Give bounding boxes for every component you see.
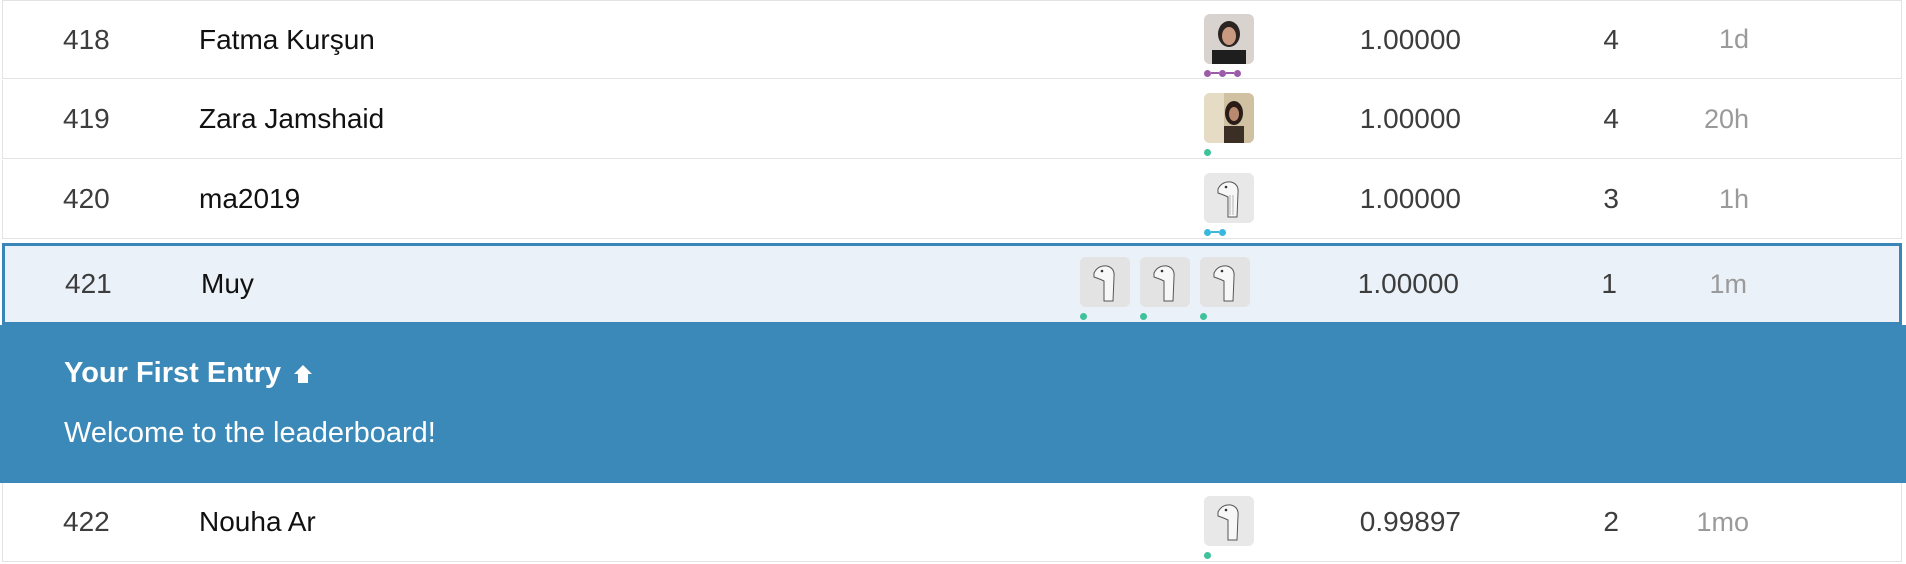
team-name[interactable]: Muy xyxy=(201,246,254,322)
leaderboard-row[interactable]: 420 ma2019 1.00000 3 1h xyxy=(2,160,1902,239)
last-submission: 1mo xyxy=(1696,506,1749,537)
team-name[interactable]: ma2019 xyxy=(199,160,300,238)
leaderboard-row[interactable]: 422 Nouha Ar 0.99897 2 1mo xyxy=(2,483,1902,562)
score: 1.00000 xyxy=(1357,268,1459,299)
rank: 419 xyxy=(63,103,110,134)
last-submission: 1d xyxy=(1718,24,1749,54)
team-name[interactable]: Zara Jamshaid xyxy=(199,80,384,158)
user-avatar[interactable] xyxy=(1204,14,1254,64)
leaderboard-row-current-user[interactable]: 421 Muy 1.00000 1 1m xyxy=(2,243,1902,325)
entries-count: 4 xyxy=(1603,23,1619,55)
rank: 418 xyxy=(63,23,110,55)
score: 1.00000 xyxy=(1359,23,1461,55)
tier-dots xyxy=(1204,551,1211,559)
leaderboard-row[interactable]: 419 Zara Jamshaid 1.00000 4 20h xyxy=(2,80,1902,159)
score: 1.00000 xyxy=(1359,103,1461,134)
banner-title: Your First Entry xyxy=(64,357,315,390)
team-name[interactable]: Nouha Ar xyxy=(199,483,316,561)
goose-avatar-icon[interactable] xyxy=(1204,496,1254,546)
entries-count: 2 xyxy=(1603,506,1619,537)
tier-dots xyxy=(1204,228,1226,236)
score: 1.00000 xyxy=(1359,183,1461,214)
goose-avatar-icon[interactable] xyxy=(1080,257,1130,307)
last-submission: 20h xyxy=(1703,103,1749,134)
first-entry-banner: Your First Entry Welcome to the leaderbo… xyxy=(0,325,1906,483)
banner-message: Welcome to the leaderboard! xyxy=(64,417,436,449)
leaderboard-row[interactable]: 418 Fatma Kurşun 1.00000 4 1d xyxy=(2,0,1902,79)
goose-avatar-icon[interactable] xyxy=(1204,173,1254,223)
rank: 420 xyxy=(63,183,110,214)
entries-count: 3 xyxy=(1603,183,1619,214)
banner-title-text: Your First Entry xyxy=(64,357,281,389)
tier-dots xyxy=(1080,312,1087,320)
entries-count: 1 xyxy=(1601,268,1617,299)
user-avatar[interactable] xyxy=(1204,93,1254,143)
tier-dots xyxy=(1204,148,1211,156)
tier-dots xyxy=(1140,312,1147,320)
arrow-up-icon xyxy=(294,364,312,383)
last-submission: 1h xyxy=(1718,183,1749,214)
last-submission: 1m xyxy=(1709,268,1747,299)
goose-avatar-icon[interactable] xyxy=(1140,257,1190,307)
leaderboard: 418 Fatma Kurşun 1.00000 4 1d 419 Zara J… xyxy=(0,0,1906,564)
entries-count: 4 xyxy=(1603,103,1619,134)
goose-avatar-icon[interactable] xyxy=(1200,257,1250,307)
rank: 421 xyxy=(65,268,112,299)
score: 0.99897 xyxy=(1359,506,1461,537)
tier-dots xyxy=(1204,69,1241,77)
rank: 422 xyxy=(63,506,110,537)
team-name[interactable]: Fatma Kurşun xyxy=(199,1,375,78)
tier-dots xyxy=(1200,312,1207,320)
